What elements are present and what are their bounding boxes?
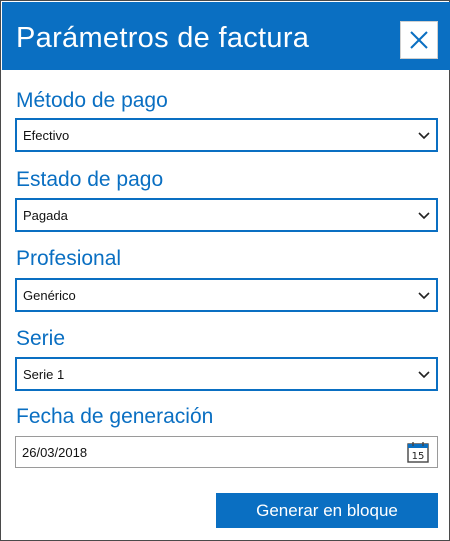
payment-status-value: Pagada (23, 208, 68, 223)
payment-method-value: Efectivo (23, 128, 70, 143)
generate-bulk-button[interactable]: Generar en bloque (216, 493, 438, 528)
professional-select[interactable]: Genérico (15, 278, 438, 312)
professional-value: Genérico (23, 288, 76, 303)
generation-date-value: 26/03/2018 (22, 445, 88, 460)
series-label: Serie (16, 327, 66, 350)
payment-method-label: Método de pago (16, 89, 168, 112)
payment-status-label: Estado de pago (16, 168, 164, 191)
close-icon (410, 31, 428, 49)
chevron-down-icon (418, 371, 430, 379)
dialog-title: Parámetros de factura (16, 22, 310, 54)
close-button[interactable] (400, 21, 438, 59)
dialog-header: Parámetros de factura (2, 2, 450, 70)
chevron-down-icon (418, 292, 430, 300)
generation-date-label: Fecha de generación (16, 405, 214, 428)
chevron-down-icon (418, 212, 430, 220)
payment-status-select[interactable]: Pagada (15, 198, 438, 232)
generation-date-picker[interactable]: 26/03/2018 15 (15, 436, 438, 468)
series-select[interactable]: Serie 1 (15, 357, 438, 391)
invoice-params-dialog: Parámetros de factura Método de pago Efe… (0, 0, 450, 541)
calendar-icon[interactable]: 15 (407, 441, 429, 463)
payment-method-select[interactable]: Efectivo (15, 118, 438, 152)
chevron-down-icon (418, 132, 430, 140)
professional-label: Profesional (16, 247, 122, 270)
calendar-day: 15 (412, 451, 425, 462)
series-value: Serie 1 (23, 367, 65, 382)
